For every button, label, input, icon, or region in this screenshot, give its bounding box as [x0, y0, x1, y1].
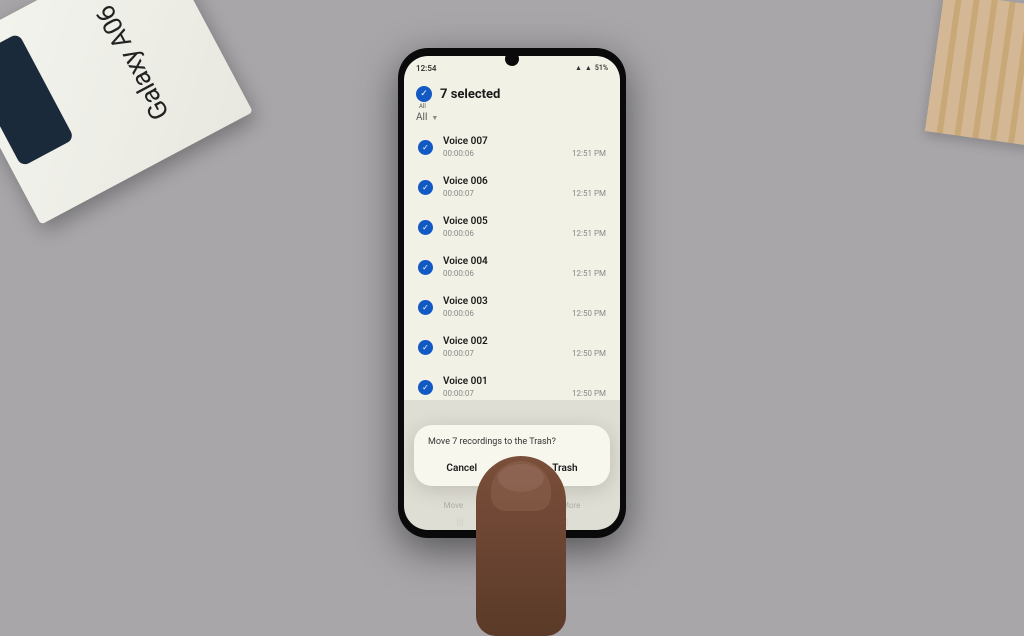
- status-time: 12:54: [416, 64, 436, 73]
- recording-meta: 00:00:07 12:50 PM: [443, 389, 606, 398]
- finger-overlay: [476, 456, 566, 636]
- recording-duration: 00:00:06: [443, 269, 474, 278]
- recording-name: Voice 003: [443, 296, 606, 307]
- recording-duration: 00:00:07: [443, 349, 474, 358]
- recording-duration: 00:00:07: [443, 389, 474, 398]
- recording-meta: 00:00:06 12:51 PM: [443, 149, 606, 158]
- recording-meta: 00:00:06 12:51 PM: [443, 269, 606, 278]
- recording-time: 12:50 PM: [572, 309, 606, 318]
- item-checkbox[interactable]: ✓: [418, 260, 433, 275]
- item-checkbox[interactable]: ✓: [418, 300, 433, 315]
- wifi-icon: ▲: [575, 64, 582, 72]
- item-info: Voice 001 00:00:07 12:50 PM: [443, 376, 606, 398]
- recording-name: Voice 004: [443, 256, 606, 267]
- item-info: Voice 006 00:00:07 12:51 PM: [443, 176, 606, 198]
- list-item[interactable]: ✓ Voice 005 00:00:06 12:51 PM: [414, 207, 610, 247]
- selection-count: 7 selected: [440, 87, 500, 102]
- recording-meta: 00:00:06 12:51 PM: [443, 229, 606, 238]
- box-phone-image: [0, 33, 75, 167]
- item-checkbox[interactable]: ✓: [418, 220, 433, 235]
- camera-notch: [505, 52, 519, 66]
- recording-duration: 00:00:06: [443, 309, 474, 318]
- recording-duration: 00:00:06: [443, 229, 474, 238]
- cancel-button[interactable]: Cancel: [438, 459, 485, 478]
- list-item[interactable]: ✓ Voice 003 00:00:06 12:50 PM: [414, 287, 610, 327]
- recording-name: Voice 006: [443, 176, 606, 187]
- product-box-prop: Galaxy A06: [0, 0, 253, 225]
- item-checkbox[interactable]: ✓: [418, 180, 433, 195]
- wooden-prop: [925, 0, 1024, 148]
- battery-text: 51%: [595, 64, 608, 72]
- recording-name: Voice 002: [443, 336, 606, 347]
- list-item[interactable]: ✓ Voice 002 00:00:07 12:50 PM: [414, 327, 610, 367]
- status-indicators: ▲ ▲ 51%: [575, 64, 608, 72]
- recording-time: 12:50 PM: [572, 349, 606, 358]
- box-product-name: Galaxy A06: [90, 0, 175, 125]
- recording-meta: 00:00:06 12:50 PM: [443, 309, 606, 318]
- filter-label: All: [416, 112, 427, 123]
- list-item[interactable]: ✓ Voice 004 00:00:06 12:51 PM: [414, 247, 610, 287]
- item-checkbox[interactable]: ✓: [418, 140, 433, 155]
- recording-meta: 00:00:07 12:50 PM: [443, 349, 606, 358]
- dialog-message: Move 7 recordings to the Trash?: [428, 437, 596, 447]
- recording-time: 12:51 PM: [572, 149, 606, 158]
- recording-duration: 00:00:06: [443, 149, 474, 158]
- recording-name: Voice 001: [443, 376, 606, 387]
- item-info: Voice 005 00:00:06 12:51 PM: [443, 216, 606, 238]
- filter-dropdown[interactable]: All ▼: [404, 108, 620, 127]
- list-item[interactable]: ✓ Voice 006 00:00:07 12:51 PM: [414, 167, 610, 207]
- selection-header: ✓ 7 selected: [404, 76, 620, 108]
- item-info: Voice 004 00:00:06 12:51 PM: [443, 256, 606, 278]
- recording-meta: 00:00:07 12:51 PM: [443, 189, 606, 198]
- recording-name: Voice 005: [443, 216, 606, 227]
- recents-nav-icon[interactable]: |||: [456, 517, 463, 528]
- recording-name: Voice 007: [443, 136, 606, 147]
- item-checkbox[interactable]: ✓: [418, 380, 433, 395]
- recording-time: 12:51 PM: [572, 229, 606, 238]
- list-item[interactable]: ✓ Voice 007 00:00:06 12:51 PM: [414, 127, 610, 167]
- recording-time: 12:51 PM: [572, 269, 606, 278]
- select-all-checkbox[interactable]: ✓: [416, 86, 432, 102]
- chevron-down-icon: ▼: [431, 114, 438, 122]
- recording-time: 12:50 PM: [572, 389, 606, 398]
- recording-duration: 00:00:07: [443, 189, 474, 198]
- move-button[interactable]: Move: [444, 501, 464, 510]
- recording-time: 12:51 PM: [572, 189, 606, 198]
- recording-list: ✓ Voice 007 00:00:06 12:51 PM ✓ Voice 00…: [404, 127, 620, 407]
- signal-icon: ▲: [585, 64, 592, 72]
- item-info: Voice 002 00:00:07 12:50 PM: [443, 336, 606, 358]
- item-info: Voice 003 00:00:06 12:50 PM: [443, 296, 606, 318]
- item-info: Voice 007 00:00:06 12:51 PM: [443, 136, 606, 158]
- item-checkbox[interactable]: ✓: [418, 340, 433, 355]
